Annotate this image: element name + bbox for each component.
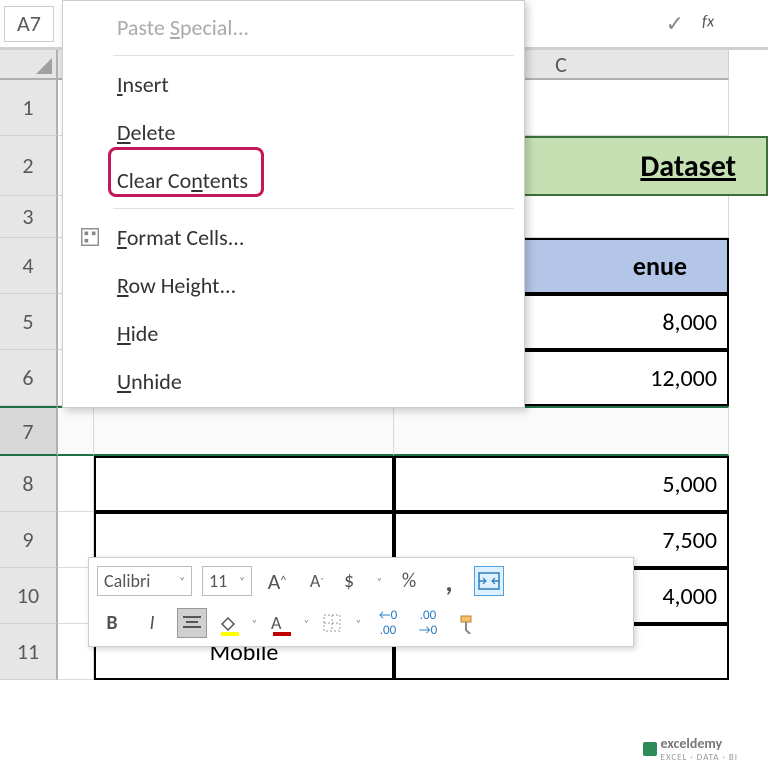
font-size: 11 <box>209 570 227 592</box>
ctx-hide-label: Hide <box>117 320 158 347</box>
ctx-insert-label: Insert <box>117 71 169 98</box>
watermark: exceldemy EXCEL · DATA · BI <box>643 735 738 763</box>
cell-a7[interactable] <box>58 406 94 456</box>
cell-c10-value: 4,000 <box>662 582 717 611</box>
caret-down-icon: ˅ <box>377 575 382 588</box>
ctx-delete[interactable]: Delete <box>63 108 524 156</box>
row-head-10[interactable]: 10 <box>0 568 58 624</box>
row-head-4[interactable]: 4 <box>0 238 58 294</box>
font-color-button[interactable]: A˅ <box>269 608 311 638</box>
ctx-clear-contents[interactable]: Clear Contents <box>63 156 524 204</box>
caret-down-icon: ˅ <box>252 617 257 630</box>
caret-down-icon: ˅ <box>239 575 245 588</box>
row-head-5[interactable]: 5 <box>0 294 58 350</box>
row-head-7[interactable]: 7 <box>0 406 58 456</box>
fill-color-button[interactable]: ˅ <box>217 608 259 638</box>
increase-decimal-button[interactable]: ←0.00 <box>373 608 403 638</box>
context-menu: Paste Special... Insert Delete Clear Con… <box>62 0 525 408</box>
increase-font-button[interactable]: A^ <box>262 566 292 596</box>
row-head-2[interactable]: 2 <box>0 136 58 196</box>
font-name: Calibri <box>104 570 150 592</box>
decrease-decimal-button[interactable]: .00→0 <box>413 608 443 638</box>
ctx-delete-label: Delete <box>117 119 175 146</box>
align-center-button[interactable] <box>177 608 207 638</box>
grid-row-7-selected: 7 <box>0 406 768 456</box>
select-all-triangle[interactable] <box>0 50 58 80</box>
cell-c8[interactable]: 5,000 <box>394 456 729 512</box>
decrease-font-button[interactable]: Aˇ <box>302 566 332 596</box>
row-head-1[interactable]: 1 <box>0 80 58 136</box>
ctx-format-cells[interactable]: Format Cells... <box>63 213 524 261</box>
format-cells-icon <box>77 224 103 250</box>
row-head-6[interactable]: 6 <box>0 350 58 406</box>
font-family-selector[interactable]: Calibri ˅ <box>97 566 192 596</box>
ctx-separator <box>113 208 514 209</box>
row-head-3[interactable]: 3 <box>0 196 58 238</box>
name-box[interactable]: A7 <box>4 6 54 42</box>
ctx-clear-label: Clear Contents <box>117 167 248 194</box>
ctx-format-label: Format Cells... <box>117 224 244 251</box>
merge-center-button[interactable] <box>474 566 504 596</box>
caret-down-icon: ˅ <box>304 617 309 630</box>
fx-icon[interactable]: fx <box>702 10 724 37</box>
mini-toolbar: Calibri˅ 11˅ A^ Aˇ $˅ % , B I ˅ A˅ ˅ ←0.… <box>88 557 634 647</box>
italic-button[interactable]: I <box>137 608 167 638</box>
cell-b8[interactable] <box>94 456 394 512</box>
ctx-paste-special-label: Paste Special... <box>117 14 249 41</box>
row-head-8[interactable]: 8 <box>0 456 58 512</box>
ctx-row-height[interactable]: Row Height... <box>63 261 524 309</box>
svg-text:fx: fx <box>702 12 715 32</box>
watermark-sub: EXCEL · DATA · BI <box>661 752 738 763</box>
currency-label: $ <box>344 569 354 593</box>
ctx-paste-special: Paste Special... <box>63 3 524 51</box>
bold-button[interactable]: B <box>97 608 127 638</box>
cell-c7[interactable] <box>394 406 729 456</box>
grid-row-8: 8 5,000 <box>0 456 768 512</box>
watermark-logo-icon <box>643 742 657 756</box>
cell-a8[interactable] <box>58 456 94 512</box>
row-head-11[interactable]: 11 <box>0 624 58 680</box>
watermark-brand: exceldemy <box>661 735 738 752</box>
caret-down-icon: ˅ <box>179 575 185 588</box>
font-size-selector[interactable]: 11 ˅ <box>202 566 252 596</box>
currency-format-button[interactable]: $˅ <box>342 566 384 596</box>
borders-button[interactable]: ˅ <box>321 608 363 638</box>
cell-b7[interactable] <box>94 406 394 456</box>
ctx-unhide-label: Unhide <box>117 368 182 395</box>
caret-down-icon: ˅ <box>356 617 361 630</box>
format-painter-button[interactable] <box>453 608 483 638</box>
ctx-unhide[interactable]: Unhide <box>63 357 524 405</box>
row-head-9[interactable]: 9 <box>0 512 58 568</box>
percent-format-button[interactable]: % <box>394 566 424 596</box>
check-icon: ✓ <box>666 10 684 37</box>
comma-format-button[interactable]: , <box>434 566 464 596</box>
ctx-separator <box>113 55 514 56</box>
ctx-hide[interactable]: Hide <box>63 309 524 357</box>
ctx-rowheight-label: Row Height... <box>117 272 236 299</box>
ctx-insert[interactable]: Insert <box>63 60 524 108</box>
